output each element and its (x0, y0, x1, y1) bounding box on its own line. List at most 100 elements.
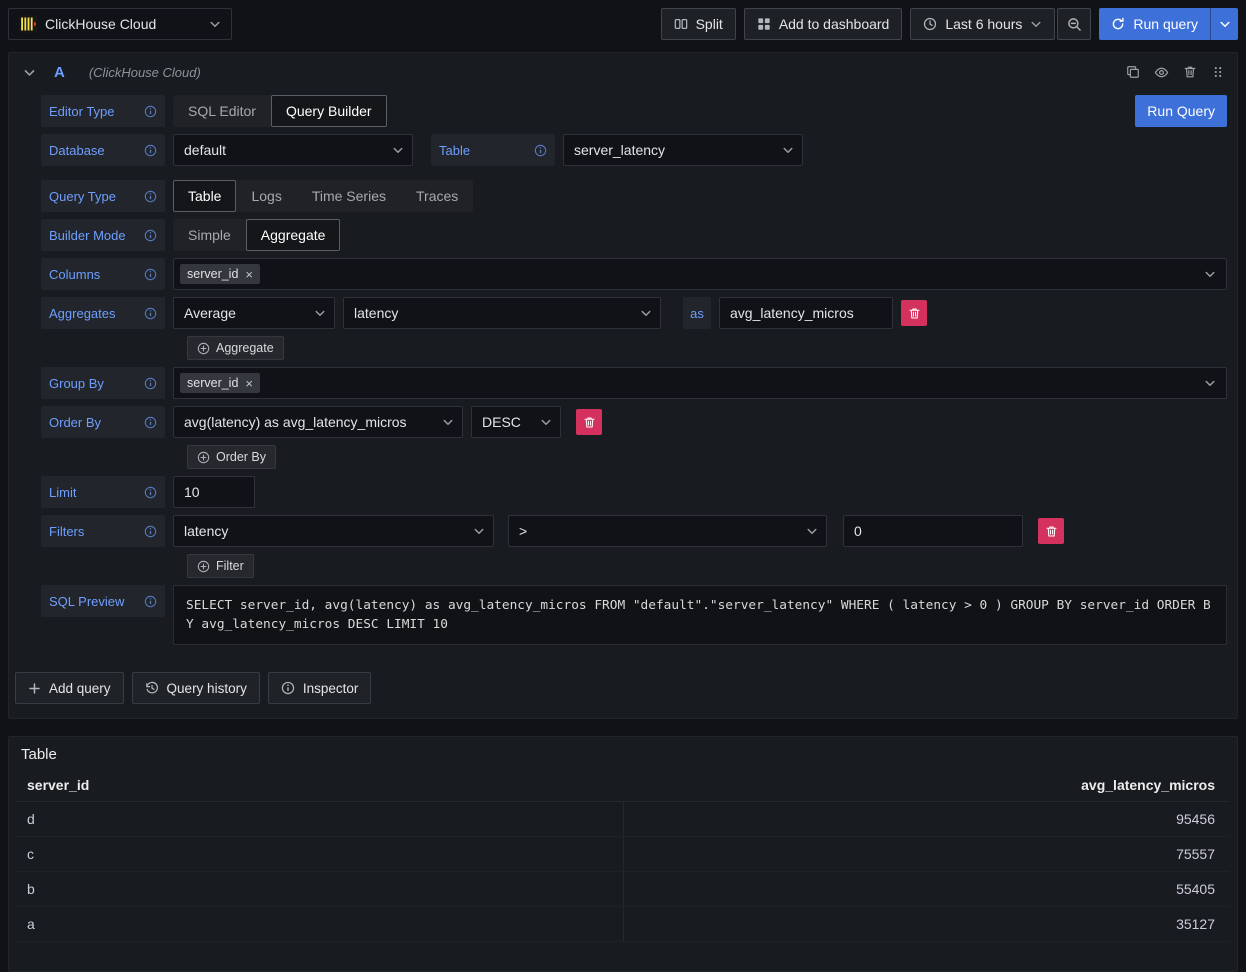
query-editor-footer: Add query Query history Inspector (9, 652, 1237, 718)
chevron-down-icon (540, 416, 552, 428)
datasource-hint: (ClickHouse Cloud) (89, 65, 201, 80)
builder-mode-option-aggregate[interactable]: Aggregate (246, 219, 341, 251)
filter-value-input[interactable] (843, 515, 1023, 547)
info-icon[interactable] (144, 268, 157, 281)
split-label: Split (696, 16, 723, 32)
aggregate-column-select[interactable]: latency (343, 297, 661, 329)
zoom-out-button[interactable] (1057, 8, 1091, 40)
chevron-down-icon (1030, 18, 1042, 30)
info-icon[interactable] (144, 105, 157, 118)
query-type-field-label: Query Type (41, 180, 165, 212)
filters-row: Filters latency > (41, 515, 1227, 547)
label-text: Aggregates (49, 306, 116, 321)
info-icon[interactable] (144, 190, 157, 203)
table-field-label: Table (431, 134, 555, 166)
query-type-option-logs[interactable]: Logs (236, 180, 296, 212)
aggregate-alias-input[interactable] (719, 297, 893, 329)
table-row: a 35127 (17, 907, 1229, 942)
editor-type-option-sql-editor[interactable]: SQL Editor (173, 95, 271, 127)
drag-handle-icon[interactable] (1211, 65, 1225, 79)
column-header-avg-latency-micros[interactable]: avg_latency_micros (623, 769, 1229, 801)
add-to-dashboard-button[interactable]: Add to dashboard (744, 8, 903, 40)
select-value: default (184, 142, 226, 158)
sql-preview-row: SQL Preview SELECT server_id, avg(latenc… (41, 585, 1227, 645)
columns-tag: server_id × (180, 264, 260, 284)
select-value: > (519, 523, 527, 539)
editor-type-option-query-builder[interactable]: Query Builder (271, 95, 387, 127)
add-filter-button[interactable]: Filter (187, 554, 254, 578)
order-by-direction-select[interactable]: DESC (471, 406, 561, 438)
remove-aggregate-button[interactable] (901, 300, 927, 326)
inspector-button[interactable]: Inspector (268, 672, 372, 704)
group-by-multiselect[interactable]: server_id × (173, 367, 1227, 399)
info-icon[interactable] (144, 377, 157, 390)
query-editor-panel: A (ClickHouse Cloud) Editor Type (8, 52, 1238, 719)
clock-icon (923, 17, 937, 31)
cell-server-id: a (17, 907, 623, 941)
info-icon[interactable] (144, 595, 157, 608)
run-query-label: Run query (1133, 16, 1198, 32)
query-history-button[interactable]: Query history (132, 672, 260, 704)
collapse-chevron-icon[interactable] (23, 66, 36, 79)
info-icon[interactable] (144, 229, 157, 242)
datasource-picker[interactable]: ClickHouse Cloud (8, 8, 232, 40)
info-icon[interactable] (144, 486, 157, 499)
query-ref-id[interactable]: A (54, 64, 65, 81)
run-query-caret-button[interactable] (1210, 8, 1238, 40)
sync-icon (1111, 17, 1125, 31)
order-by-column-select[interactable]: avg(latency) as avg_latency_micros (173, 406, 463, 438)
limit-input[interactable] (173, 476, 255, 508)
aggregate-function-select[interactable]: Average (173, 297, 335, 329)
chevron-down-icon (314, 307, 326, 319)
query-type-option-table[interactable]: Table (173, 180, 236, 212)
label-text: Limit (49, 485, 76, 500)
chevron-down-icon (806, 525, 818, 537)
toolbar-actions: Split Add to dashboard Last 6 hours (661, 8, 1238, 40)
split-button[interactable]: Split (661, 8, 736, 40)
filter-column-select[interactable]: latency (173, 515, 494, 547)
table-select[interactable]: server_latency (563, 134, 803, 166)
info-icon[interactable] (144, 307, 157, 320)
history-icon (145, 681, 159, 695)
group-by-field-label: Group By (41, 367, 165, 399)
remove-order-by-button[interactable] (576, 409, 602, 435)
toggle-visibility-eye-icon[interactable] (1154, 65, 1169, 80)
duplicate-query-icon[interactable] (1126, 65, 1140, 79)
table-row: c 75557 (17, 837, 1229, 872)
remove-tag-icon[interactable]: × (245, 268, 253, 281)
database-select[interactable]: default (173, 134, 413, 166)
query-type-option-traces[interactable]: Traces (401, 180, 473, 212)
add-aggregate-label: Aggregate (216, 341, 274, 355)
info-icon[interactable] (144, 525, 157, 538)
filter-operator-select[interactable]: > (508, 515, 827, 547)
column-header-server-id[interactable]: server_id (17, 769, 623, 801)
filters-field-label: Filters (41, 515, 165, 547)
cell-server-id: b (17, 872, 623, 906)
label-text: SQL Preview (49, 594, 124, 609)
remove-tag-icon[interactable]: × (245, 377, 253, 390)
builder-mode-option-simple[interactable]: Simple (173, 219, 246, 251)
info-icon[interactable] (534, 144, 547, 157)
add-order-by-row: Order By (187, 445, 1227, 469)
sql-preview-field-label: SQL Preview (41, 585, 165, 617)
add-order-by-button[interactable]: Order By (187, 445, 276, 469)
time-range-picker[interactable]: Last 6 hours (910, 8, 1055, 40)
add-aggregate-button[interactable]: Aggregate (187, 336, 284, 360)
editor-type-row: Editor Type SQL Editor Query Builder Run… (41, 95, 1227, 127)
run-query-button[interactable]: Run query (1099, 8, 1210, 40)
columns-multiselect[interactable]: server_id × (173, 258, 1227, 290)
clickhouse-logo-icon (19, 15, 37, 33)
delete-query-trash-icon[interactable] (1183, 65, 1197, 79)
add-filter-row: Filter (187, 554, 1227, 578)
info-icon[interactable] (144, 416, 157, 429)
info-icon[interactable] (144, 144, 157, 157)
cell-server-id: d (17, 802, 623, 836)
builder-mode-row: Builder Mode Simple Aggregate (41, 219, 1227, 251)
remove-filter-button[interactable] (1038, 518, 1064, 544)
run-query-panel-button[interactable]: Run Query (1135, 95, 1227, 127)
datasource-name: ClickHouse Cloud (45, 16, 201, 32)
chevron-down-icon (209, 18, 221, 30)
add-query-button[interactable]: Add query (15, 672, 124, 704)
order-by-row: Order By avg(latency) as avg_latency_mic… (41, 406, 1227, 438)
query-type-option-time-series[interactable]: Time Series (297, 180, 401, 212)
